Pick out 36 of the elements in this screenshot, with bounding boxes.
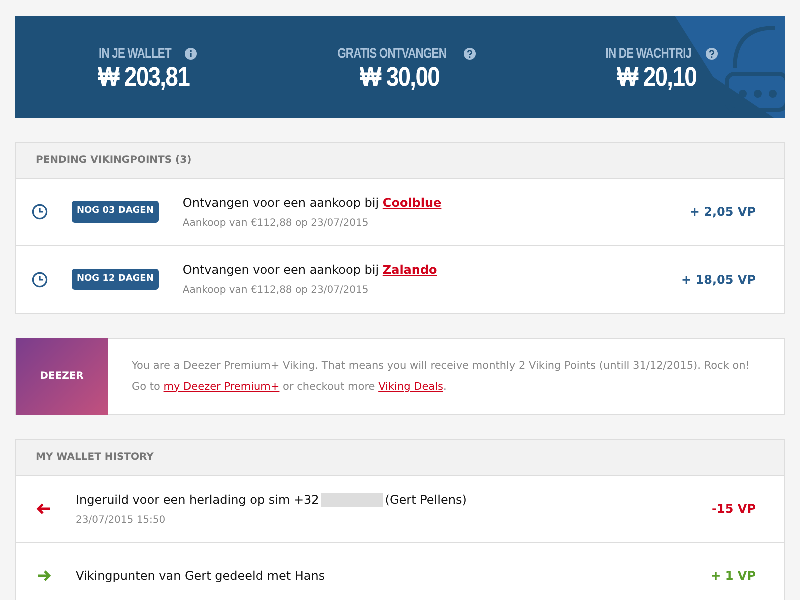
points-amount: + 1 VP <box>711 568 756 585</box>
clock-icon <box>32 204 48 220</box>
purchase-title: Ontvangen voor een aankoop bij Zalando <box>182 262 438 279</box>
transaction-title: Ingeruild voor een herlading op sim +32 <box>76 492 320 508</box>
status-badge: NOG 12 DAGEN <box>72 268 159 290</box>
help-icon[interactable] <box>464 48 476 60</box>
points-amount: -15 VP <box>712 501 756 518</box>
points-amount: + 18,05 VP <box>682 272 756 288</box>
shop-link[interactable]: Coolblue <box>382 196 442 210</box>
promo-link[interactable]: Viking Deals <box>378 380 444 392</box>
info-icon[interactable] <box>184 48 197 60</box>
points-amount: + 2,05 VP <box>690 204 756 221</box>
panel-heading: PENDING VIKINGPOINTS (3) <box>16 143 784 179</box>
transaction-date: 23/07/2015 15:50 <box>76 514 167 528</box>
shop-link[interactable]: Zalando <box>382 263 438 277</box>
right-arrow-icon <box>36 568 52 584</box>
stat-label: IN JE WALLET <box>99 44 172 63</box>
stat-value: ₩ 30,00 <box>360 64 440 91</box>
purchase-detail: Aankoop van €112,88 op 23/07/2015 <box>182 216 370 230</box>
transaction-title: Vikingpunten van Gert gedeeld met Hans <box>76 568 326 585</box>
logo-text: DEEZER <box>40 370 84 384</box>
stat-label: IN DE WACHTRIJ <box>606 44 692 63</box>
left-arrow-icon <box>36 501 52 517</box>
promo-link[interactable]: my Deezer Premium+ <box>164 380 280 392</box>
stat-value: ₩ 20,10 <box>616 64 696 91</box>
transaction-title: (Gert Pellens) <box>385 492 467 508</box>
panel-heading: MY WALLET HISTORY <box>16 440 784 476</box>
stat-value: ₩ 203,81 <box>98 64 190 91</box>
status-badge: NOG 03 DAGEN <box>72 201 159 223</box>
purchase-title: Ontvangen voor een aankoop bij Coolblue <box>182 194 443 212</box>
promo-text: You are a Deezer Premium+ Viking. That means you will receive monthly 2 Viking Points (untill 31/12/2015). Rock on! <box>132 358 750 374</box>
help-icon[interactable] <box>706 48 718 60</box>
clock-icon <box>32 272 48 288</box>
purchase-detail: Aankoop van €112,88 op 23/07/2015 <box>182 284 370 298</box>
promo-links-text: Go to my Deezer Premium+ or checkout more Viking Deals. <box>132 380 448 394</box>
stat-label: GRATIS ONTVANGEN <box>338 44 446 63</box>
